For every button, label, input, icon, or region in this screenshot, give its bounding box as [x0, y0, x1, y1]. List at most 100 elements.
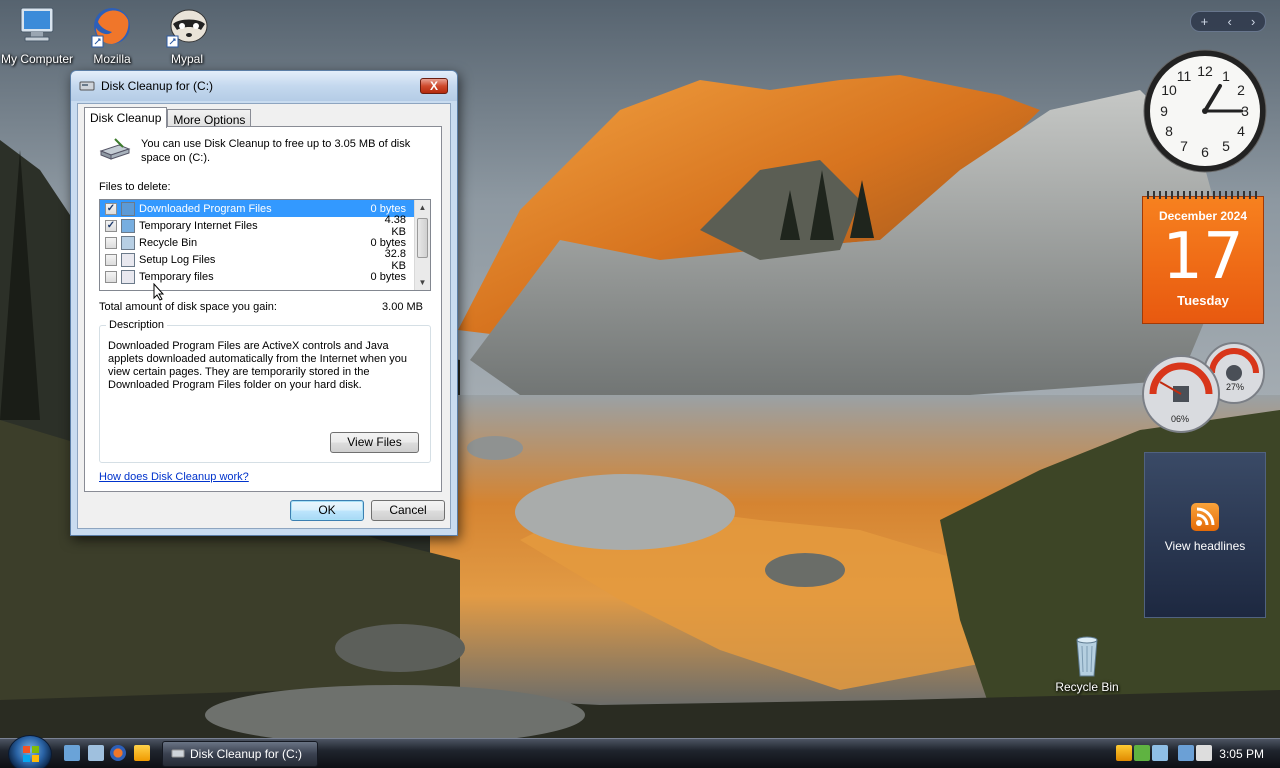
svg-text:12: 12 — [1197, 63, 1213, 79]
svg-text:2: 2 — [1237, 82, 1245, 98]
view-headlines-link[interactable]: View headlines — [1145, 539, 1265, 553]
file-name: Temporary Internet Files — [139, 219, 258, 232]
svg-text:11: 11 — [1177, 68, 1192, 84]
feed-headlines-gadget[interactable]: View headlines — [1144, 452, 1266, 618]
desktop-icon-label: Mypal — [170, 52, 203, 66]
update-icon[interactable] — [1134, 745, 1150, 761]
computer-icon — [13, 4, 61, 50]
svg-text:10: 10 — [1161, 82, 1177, 98]
svg-text:4: 4 — [1237, 123, 1245, 139]
computer-status-icon[interactable] — [1178, 745, 1194, 761]
desktop-icon-mypal[interactable]: Mypal — [150, 4, 224, 66]
calendar-day: 17 — [1162, 220, 1244, 294]
taskbar-button-disk-cleanup[interactable]: Disk Cleanup for (C:) — [162, 741, 318, 767]
intro-section: You can use Disk Cleanup to free up to 3… — [99, 137, 429, 165]
disk-cleanup-icon — [171, 747, 185, 762]
internet-files-icon — [121, 218, 135, 233]
document-icon — [121, 252, 135, 267]
total-space-label: Total amount of disk space you gain: — [99, 301, 277, 313]
file-name: Downloaded Program Files — [139, 202, 272, 215]
raccoon-icon — [163, 4, 211, 50]
scroll-thumb[interactable] — [417, 218, 428, 258]
rss-icon — [1191, 503, 1219, 531]
svg-text:6: 6 — [1201, 144, 1209, 160]
tab-disk-cleanup[interactable]: Disk Cleanup — [84, 107, 168, 128]
close-button[interactable]: X — [420, 78, 448, 94]
media-player-icon[interactable] — [134, 745, 150, 761]
show-desktop-icon[interactable] — [64, 745, 80, 761]
folder-globe-icon — [121, 201, 135, 216]
cancel-button[interactable]: Cancel — [371, 500, 445, 521]
recycle-bin-icon — [121, 235, 135, 250]
view-files-button[interactable]: View Files — [330, 432, 419, 453]
firefox-icon — [88, 4, 136, 50]
disk-cleanup-dialog: Disk Cleanup for (C:) X Disk Cleanup Mor… — [70, 70, 458, 536]
desktop-icon-mozilla[interactable]: Mozilla — [75, 4, 149, 66]
network-icon[interactable] — [1152, 745, 1168, 761]
calendar-weekday: Tuesday — [1177, 293, 1229, 308]
svg-text:7: 7 — [1180, 138, 1188, 154]
file-name: Recycle Bin — [139, 236, 198, 249]
start-button[interactable] — [8, 735, 52, 768]
file-checkbox[interactable]: ✓ — [105, 202, 117, 215]
file-list-row[interactable]: Setup Log Files 32.8 KB — [100, 248, 430, 272]
previous-gadgets-button[interactable]: ‹ — [1227, 14, 1231, 29]
desktop-icon-my-computer[interactable]: My Computer — [0, 4, 74, 66]
svg-text:1: 1 — [1222, 68, 1230, 84]
desktop: My Computer Mozilla Mypal Recycle Bin + … — [0, 0, 1280, 738]
disk-cleanup-icon — [79, 78, 95, 95]
list-scrollbar[interactable]: ▲ ▼ — [414, 200, 430, 290]
mouse-cursor-icon — [153, 283, 165, 301]
document-icon — [121, 269, 135, 284]
file-name: Temporary files — [139, 270, 214, 283]
desktop-icon-recycle-bin[interactable]: Recycle Bin — [1050, 632, 1124, 694]
file-list-row[interactable]: Temporary files 0 bytes — [100, 268, 430, 285]
intro-text: You can use Disk Cleanup to free up to 3… — [141, 138, 411, 164]
desktop-icon-label: Mozilla — [93, 52, 131, 66]
clock-gadget[interactable]: 12 123 4567 891011 — [1142, 48, 1268, 174]
desktop-icon-label: Recycle Bin — [1055, 680, 1119, 694]
calendar-gadget[interactable]: December 2024 17 Tuesday — [1142, 191, 1264, 324]
dialog-body: Disk Cleanup More Options You can use Di… — [77, 103, 451, 529]
add-gadget-button[interactable]: + — [1201, 14, 1209, 29]
file-checkbox[interactable] — [105, 236, 117, 249]
svg-text:8: 8 — [1165, 123, 1173, 139]
security-shield-icon[interactable] — [1116, 745, 1132, 761]
cpu-usage-value: 06% — [1171, 414, 1190, 424]
recycle-bin-icon — [1063, 632, 1111, 678]
system-tray: 3:05 PM — [1108, 739, 1280, 768]
volume-muted-icon[interactable] — [1196, 745, 1212, 761]
scroll-up-icon[interactable]: ▲ — [415, 200, 430, 215]
next-gadgets-button[interactable]: › — [1251, 14, 1255, 29]
disk-cleanup-panel: You can use Disk Cleanup to free up to 3… — [84, 126, 442, 492]
taskbar: Disk Cleanup for (C:) 3:05 PM — [0, 735, 1280, 768]
calendar-rings — [1147, 191, 1259, 199]
tab-strip: Disk Cleanup More Options — [84, 107, 252, 128]
file-checkbox[interactable] — [105, 270, 117, 283]
cleanup-drive-icon — [99, 137, 131, 165]
description-title: Description — [106, 319, 168, 331]
memory-usage-value: 27% — [1226, 382, 1245, 392]
scroll-down-icon[interactable]: ▼ — [415, 275, 430, 290]
windows-logo-icon — [23, 746, 39, 762]
switch-windows-icon[interactable] — [88, 745, 104, 761]
files-to-delete-label: Files to delete: — [99, 181, 171, 193]
file-name: Setup Log Files — [139, 253, 216, 266]
desktop-icon-label: My Computer — [0, 52, 74, 66]
svg-text:5: 5 — [1222, 138, 1230, 154]
tab-more-options[interactable]: More Options — [167, 109, 252, 127]
dialog-titlebar[interactable]: Disk Cleanup for (C:) — [71, 71, 457, 101]
file-checkbox[interactable] — [105, 253, 117, 266]
ok-button[interactable]: OK — [290, 500, 364, 521]
taskbar-clock[interactable]: 3:05 PM — [1219, 747, 1264, 761]
gadget-toolbar: + ‹ › — [1190, 11, 1266, 32]
help-link[interactable]: How does Disk Cleanup work? — [99, 471, 249, 483]
file-checkbox[interactable]: ✓ — [105, 219, 117, 232]
firefox-quicklaunch-icon[interactable] — [110, 745, 126, 761]
taskbar-button-label: Disk Cleanup for (C:) — [190, 747, 303, 761]
file-list-row[interactable]: ✓ Temporary Internet Files 4.38 KB — [100, 214, 430, 238]
dialog-title: Disk Cleanup for (C:) — [101, 79, 214, 93]
files-to-delete-list[interactable]: ✓ Downloaded Program Files 0 bytes ✓ Tempora… — [99, 199, 431, 291]
cpu-meter-gadget[interactable]: 27% 06% — [1142, 342, 1266, 436]
total-space-value: 3.00 MB — [382, 301, 423, 313]
